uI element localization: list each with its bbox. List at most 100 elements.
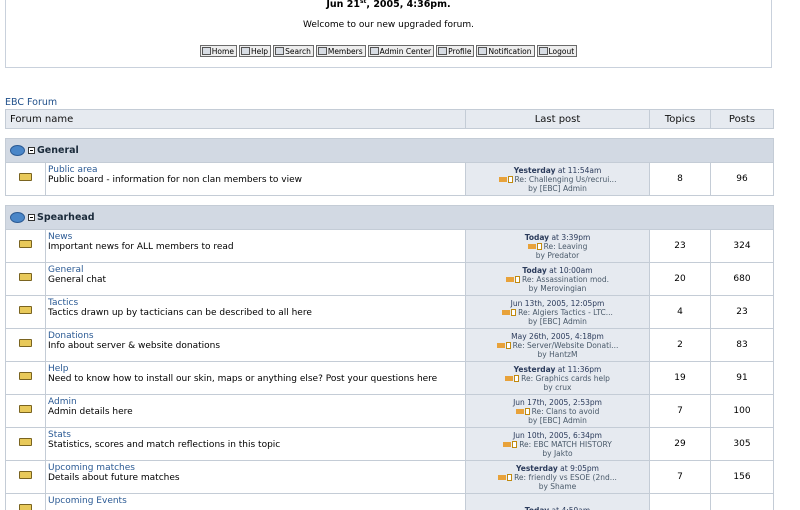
last-post-author[interactable]: by [EBC] Admin [466, 317, 649, 326]
category-name[interactable]: Spearhead [37, 212, 95, 223]
last-post-author[interactable]: by HantzM [466, 350, 649, 359]
last-post-title-link[interactable]: Re: Graphics cards help [521, 374, 610, 383]
welcome-message: Welcome to our new upgraded forum. [302, 20, 475, 30]
post-doc-icon [536, 243, 542, 250]
forum-name-link[interactable]: Public area [48, 165, 465, 175]
forum-info-cell: Help Need to know how to install our skin… [45, 361, 466, 395]
last-post-day: Today [524, 232, 550, 242]
forum-name-link[interactable]: Stats [48, 430, 465, 440]
nav-label: Notification [488, 46, 532, 56]
forum-icon-cell [5, 493, 46, 510]
last-post-time: Jun 17th, 2005, 2:53pm [466, 398, 649, 407]
goto-arrow-icon[interactable] [496, 343, 505, 348]
topics-count: 19 [649, 361, 711, 395]
forum-info-cell: News Important news for ALL members to re… [45, 229, 466, 263]
folder-icon [19, 471, 32, 479]
nav-profile-button[interactable]: Profile [436, 45, 475, 57]
last-post-title-link[interactable]: Re: Assassination mod. [522, 275, 609, 284]
forum-icon-cell [5, 394, 46, 428]
nav-logout-button[interactable]: Logout [536, 45, 578, 57]
forum-description: Tactics drawn up by tacticians can be de… [48, 308, 312, 318]
nav-label: Members [327, 46, 363, 56]
logout-icon [538, 47, 548, 55]
forum-title-link[interactable]: EBC Forum [5, 97, 57, 108]
last-post-time: Yesterday at 9:05pm [466, 464, 649, 473]
forum-name-link[interactable]: Upcoming matches [48, 463, 465, 473]
col-topics: Topics [649, 109, 711, 129]
last-post-author[interactable]: by Predator [466, 251, 649, 260]
last-post-day: Yesterday [516, 463, 558, 473]
nav-notification-button[interactable]: Notification [476, 45, 535, 57]
nav-search-button[interactable]: Search [273, 45, 314, 57]
post-doc-icon [515, 276, 520, 283]
goto-arrow-icon[interactable] [506, 277, 514, 282]
last-post-author[interactable]: by Shame [466, 482, 649, 491]
folder-icon [19, 273, 32, 281]
last-post-title-link[interactable]: Re: EBC MATCH HISTORY [519, 440, 612, 449]
topics-count: 8 [649, 162, 711, 196]
nav-help-button[interactable]: Help [238, 45, 272, 57]
forum-name-link[interactable]: General [48, 265, 465, 275]
forum-icon-cell [5, 229, 46, 263]
last-post-clock: at 9:05pm [557, 463, 599, 473]
goto-arrow-icon[interactable] [498, 475, 507, 480]
collapse-toggle-icon[interactable] [28, 147, 35, 154]
last-post-title-link[interactable]: Re: friendly vs ESOE (2nd... [514, 473, 617, 482]
last-post-title-link[interactable]: Re: Challenging Us/recrui... [515, 175, 617, 184]
last-post-clock: at 11:54am [555, 165, 602, 175]
folder-icon [19, 306, 32, 314]
last-post-cell: Jun 13th, 2005, 12:05pm Re: Algiers Tacti… [465, 295, 650, 329]
last-post-author[interactable]: by Jakto [466, 449, 649, 458]
last-post-title-link[interactable]: Re: Server/Website Donati... [513, 341, 619, 350]
goto-arrow-icon[interactable] [515, 409, 524, 414]
forum-name-link[interactable]: Admin [48, 397, 465, 407]
forum-name-link[interactable]: News [48, 232, 465, 242]
last-post-title-link[interactable]: Re: Leaving [544, 242, 588, 251]
forum-name-link[interactable]: Donations [48, 331, 465, 341]
nav-admin-center-button[interactable]: Admin Center [367, 45, 435, 57]
forum-icon-cell [5, 460, 46, 494]
last-post-clock: at 4:59am [549, 505, 591, 510]
forum-name-link[interactable]: Help [48, 364, 465, 374]
forum-name-link[interactable]: Upcoming Events [48, 496, 465, 506]
goto-arrow-icon[interactable] [505, 376, 514, 381]
last-post-cell: Jun 17th, 2005, 2:53pm Re: Clans to avoid… [465, 394, 650, 428]
last-post-author[interactable]: by [EBC] Admin [466, 416, 649, 425]
collapse-toggle-icon[interactable] [28, 214, 35, 221]
forum-info-cell: Upcoming matches Details about future mat… [45, 460, 466, 494]
last-post-cell: Yesterday at 9:05pm Re: friendly vs ESOE … [465, 460, 650, 494]
forum-icon-cell [5, 262, 46, 296]
post-doc-icon [507, 176, 513, 183]
category-name[interactable]: General [37, 145, 79, 156]
folder-icon [19, 339, 32, 347]
last-post-title-link[interactable]: Re: Clans to avoid [532, 407, 600, 416]
folder-icon [19, 405, 32, 413]
category-row: General [5, 138, 774, 163]
goto-arrow-icon[interactable] [502, 310, 511, 315]
posts-count: 91 [710, 361, 774, 395]
last-post-author[interactable]: by crux [466, 383, 649, 392]
forum-description: Need to know how to install our skin, ma… [48, 374, 438, 384]
last-post-author[interactable]: by Merovingian [466, 284, 649, 293]
nav-members-button[interactable]: Members [315, 45, 366, 57]
forum-row: Donations Info about server & website don… [5, 328, 774, 362]
nav-label: Admin Center [379, 46, 432, 56]
forum-name-link[interactable]: Tactics [48, 298, 465, 308]
last-post-author[interactable]: by [EBC] Admin [466, 184, 649, 193]
goto-arrow-icon[interactable] [503, 442, 512, 447]
last-post-topic: Re: Clans to avoid [466, 407, 649, 416]
goto-arrow-icon[interactable] [527, 244, 536, 249]
forum-description: Info about server & website donations [48, 341, 221, 351]
last-post-topic: Re: Server/Website Donati... [466, 341, 649, 350]
forum-row: Upcoming Events Today at 4:59am [5, 493, 774, 510]
category-header: Spearhead [6, 212, 773, 223]
folder-icon [19, 240, 32, 248]
goto-arrow-icon[interactable] [498, 177, 507, 182]
last-post-title-link[interactable]: Re: Algiers Tactics - LTC... [518, 308, 613, 317]
forum-icon-cell [5, 295, 46, 329]
table-header: Forum name Last post Topics Posts [5, 109, 774, 129]
date-rest: , 2005, 4:36pm. [366, 0, 451, 11]
nav-home-button[interactable]: Home [199, 45, 237, 57]
folder-icon [19, 438, 32, 446]
folder-icon [19, 372, 32, 380]
